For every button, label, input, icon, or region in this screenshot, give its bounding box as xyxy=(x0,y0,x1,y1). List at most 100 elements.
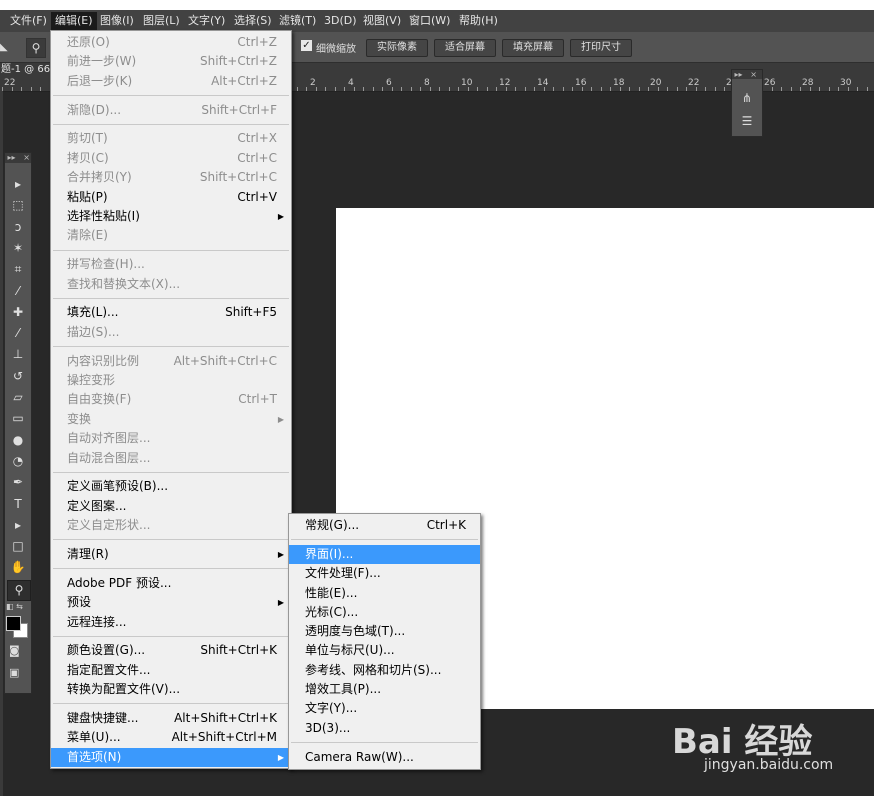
edit-menu-item[interactable]: 指定配置文件... xyxy=(51,661,291,680)
menu-separator xyxy=(53,94,289,96)
edit-menu-item[interactable]: 描边(S)... xyxy=(51,323,291,342)
edit-menu-item[interactable]: 远程连接... xyxy=(51,613,291,632)
prefs-menu-item[interactable]: 光标(C)... xyxy=(289,603,480,622)
edit-menu-item[interactable]: 合并拷贝(Y) Shift+Ctrl+C xyxy=(51,168,291,187)
edit-menu-item[interactable]: 清除(E) xyxy=(51,226,291,245)
gradient-tool-icon[interactable]: ▭ xyxy=(7,409,29,428)
lasso-tool-icon[interactable]: ↄ xyxy=(7,218,29,237)
document-tab[interactable]: 题-1 @ 66. xyxy=(0,63,53,77)
edit-menu-item-label: 渐隐(D)... xyxy=(67,102,122,117)
edit-menu-item[interactable]: 自由变换(F) Ctrl+T xyxy=(51,390,291,409)
menu-8[interactable]: 视图(V) xyxy=(359,12,405,30)
zoom-tool-icon[interactable]: ⚲ xyxy=(7,579,31,601)
menu-7[interactable]: 3D(D) xyxy=(320,12,361,30)
menu-6[interactable]: 滤镜(T) xyxy=(275,12,320,30)
tool-preset-arrow-icon[interactable]: ◣ xyxy=(0,42,8,53)
edit-menu-item[interactable]: 内容识别比例 Alt+Shift+Ctrl+C xyxy=(51,352,291,371)
brush-tool-icon[interactable]: ⁄ xyxy=(7,324,29,343)
edit-menu-item[interactable]: 拷贝(C) Ctrl+C xyxy=(51,149,291,168)
eraser-tool-icon[interactable]: ▱ xyxy=(7,388,29,407)
edit-menu-item[interactable]: 自动混合图层... xyxy=(51,449,291,468)
clone-stamp-tool-icon[interactable]: ⊥ xyxy=(7,345,29,364)
prefs-menu-item[interactable]: 参考线、网格和切片(S)... xyxy=(289,661,480,680)
edit-menu-item[interactable]: 预设 ▶ xyxy=(51,593,291,612)
edit-menu-item[interactable]: 变换 ▶ xyxy=(51,410,291,429)
prefs-menu-item[interactable]: 单位与标尺(U)... xyxy=(289,641,480,660)
quick-mask-icon[interactable]: ◙ xyxy=(9,644,20,657)
menu-9[interactable]: 窗口(W) xyxy=(405,12,454,30)
edit-menu-item[interactable]: 定义图案... xyxy=(51,497,291,516)
zoom-tool-preset-icon[interactable]: ⚲ xyxy=(26,38,46,58)
edit-menu-item[interactable]: 自动对齐图层... xyxy=(51,429,291,448)
edit-menu-item[interactable]: 后退一步(K) Alt+Ctrl+Z xyxy=(51,72,291,91)
eyedropper-tool-icon[interactable]: ⁄ xyxy=(7,282,29,301)
edit-menu-item[interactable]: 粘贴(P) Ctrl+V xyxy=(51,188,291,207)
edit-menu-item[interactable]: 选择性粘贴(I) ▶ xyxy=(51,207,291,226)
pen-tool-icon[interactable]: ✒ xyxy=(7,473,29,492)
prefs-menu-item-label: 文件处理(F)... xyxy=(305,566,381,581)
edit-menu-item[interactable]: 定义自定形状... xyxy=(51,516,291,535)
magic-wand-tool-icon[interactable]: ✶ xyxy=(7,239,29,258)
hand-tool-icon[interactable]: ✋ xyxy=(7,558,29,577)
crop-tool-icon[interactable]: ⌗ xyxy=(7,260,29,279)
screen-mode-icon[interactable]: ▣ xyxy=(9,666,19,679)
fit-screen-button[interactable]: 适合屏幕 xyxy=(434,39,496,57)
collapsed-panels-header[interactable]: ▸▸ × xyxy=(732,70,762,79)
prefs-menu-item[interactable]: 3D(3)... xyxy=(289,719,480,738)
move-tool-icon[interactable]: ▸ xyxy=(7,175,29,194)
edit-menu-item[interactable]: 定义画笔预设(B)... xyxy=(51,477,291,496)
adjustments-panel-icon[interactable]: ☰ xyxy=(739,113,755,129)
marquee-tool-icon[interactable]: ⬚ xyxy=(7,196,29,215)
edit-menu-item-label: 转换为配置文件(V)... xyxy=(67,682,181,697)
menu-5[interactable]: 选择(S) xyxy=(230,12,276,30)
type-tool-icon[interactable]: T xyxy=(7,495,29,514)
print-size-button[interactable]: 打印尺寸 xyxy=(570,39,632,57)
prefs-menu-item-label: 文字(Y)... xyxy=(305,701,358,716)
menu-4[interactable]: 文字(Y) xyxy=(184,12,229,30)
edit-menu-item-label: Adobe PDF 预设... xyxy=(67,575,172,590)
actual-pixels-button[interactable]: 实际像素 xyxy=(366,39,428,57)
edit-menu-item[interactable]: 填充(L)... Shift+F5 xyxy=(51,303,291,322)
menu-0[interactable]: 文件(F) xyxy=(6,12,51,30)
foreground-color-swatch[interactable] xyxy=(6,616,21,631)
prefs-menu-item[interactable]: 透明度与色域(T)... xyxy=(289,622,480,641)
menu-10[interactable]: 帮助(H) xyxy=(455,12,502,30)
fill-screen-button[interactable]: 填充屏幕 xyxy=(502,39,564,57)
edit-menu-item[interactable]: 键盘快捷键... Alt+Shift+Ctrl+K xyxy=(51,709,291,728)
shape-tool-icon[interactable]: □ xyxy=(7,537,29,556)
prefs-menu-item[interactable]: 常规(G)... Ctrl+K xyxy=(289,516,480,535)
menu-1[interactable]: 编辑(E) xyxy=(51,12,97,30)
edit-menu-item[interactable]: 前进一步(W) Shift+Ctrl+Z xyxy=(51,52,291,71)
edit-menu-item[interactable]: 还原(O) Ctrl+Z xyxy=(51,33,291,52)
edit-menu-item[interactable]: 操控变形 xyxy=(51,371,291,390)
path-selection-tool-icon[interactable]: ▸ xyxy=(7,516,29,535)
menu-3[interactable]: 图层(L) xyxy=(139,12,184,30)
edit-menu-item[interactable]: 转换为配置文件(V)... xyxy=(51,680,291,699)
prefs-menu-item[interactable]: 界面(I)... xyxy=(289,544,480,564)
edit-menu-item[interactable]: 清理(R) ▶ xyxy=(51,545,291,564)
edit-menu-item[interactable]: 首选项(N) ▶ xyxy=(51,747,291,767)
scrubby-zoom-checkbox[interactable]: ✓ xyxy=(301,40,312,51)
prefs-menu-item[interactable]: 性能(E)... xyxy=(289,584,480,603)
default-colors-icon[interactable]: ◧ ⇆ xyxy=(6,602,23,611)
edit-menu-item[interactable]: 查找和替换文本(X)... xyxy=(51,275,291,294)
edit-menu-item[interactable]: Adobe PDF 预设... xyxy=(51,574,291,593)
prefs-menu-item[interactable]: 文字(Y)... xyxy=(289,699,480,718)
blur-tool-icon[interactable]: ● xyxy=(7,431,29,450)
history-brush-tool-icon[interactable]: ↺ xyxy=(7,367,29,386)
edit-menu-item[interactable]: 拼写检查(H)... xyxy=(51,255,291,274)
edit-menu-item[interactable]: 渐隐(D)... Shift+Ctrl+F xyxy=(51,101,291,120)
ruler-tick xyxy=(582,87,583,91)
edit-menu-item[interactable]: 颜色设置(G)... Shift+Ctrl+K xyxy=(51,641,291,660)
menu-2[interactable]: 图像(I) xyxy=(96,12,138,30)
edit-menu-item[interactable]: 菜单(U)... Alt+Shift+Ctrl+M xyxy=(51,728,291,747)
prefs-menu-item[interactable]: 增效工具(P)... xyxy=(289,680,480,699)
edit-menu-item[interactable]: 剪切(T) Ctrl+X xyxy=(51,129,291,148)
dodge-tool-icon[interactable]: ◔ xyxy=(7,452,29,471)
edit-menu-item-shortcut: Shift+Ctrl+Z xyxy=(200,54,277,69)
prefs-menu-item[interactable]: Camera Raw(W)... xyxy=(289,748,480,767)
prefs-menu-item[interactable]: 文件处理(F)... xyxy=(289,564,480,583)
healing-brush-tool-icon[interactable]: ✚ xyxy=(7,303,29,322)
tools-panel-header[interactable]: ▸▸ × xyxy=(5,153,31,163)
brush-panel-icon[interactable]: ⋔ xyxy=(739,90,755,106)
